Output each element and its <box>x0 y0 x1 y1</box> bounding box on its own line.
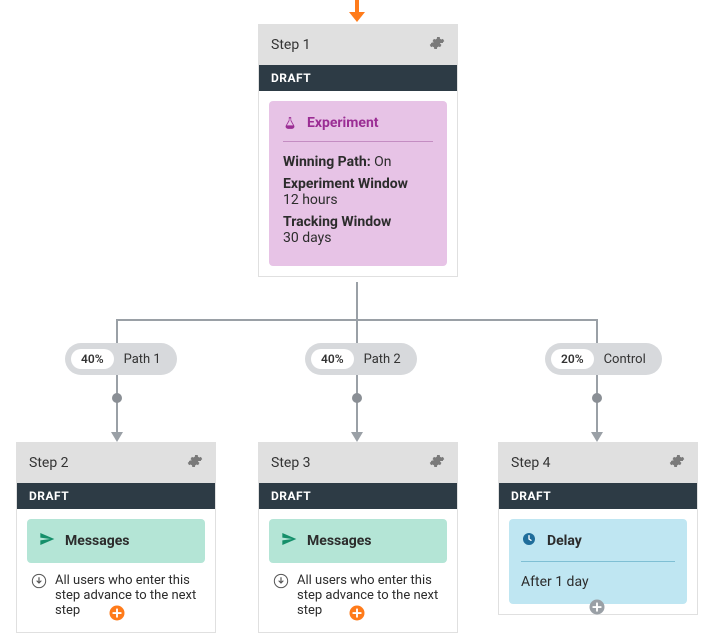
clock-icon <box>521 531 537 551</box>
send-icon <box>39 531 55 551</box>
delay-value: After 1 day <box>521 574 675 590</box>
messages-box[interactable]: Messages <box>269 519 447 563</box>
step-2-status: DRAFT <box>17 483 215 509</box>
delay-title-row: Delay <box>521 531 675 562</box>
path-pill-control[interactable]: 20% Control <box>545 343 662 375</box>
path-control-pct: 20% <box>551 349 594 369</box>
advance-text: All users who enter this step advance to… <box>297 573 443 618</box>
connector-dot-2 <box>352 393 362 403</box>
step-2-header: Step 2 <box>17 443 215 483</box>
path-2-label: Path 2 <box>364 352 401 367</box>
step-3-status: DRAFT <box>259 483 457 509</box>
step-4-title: Step 4 <box>511 455 551 471</box>
path-1-label: Path 1 <box>124 352 161 367</box>
step-1-body: Experiment Winning Path: On Experiment W… <box>259 91 457 276</box>
gear-icon[interactable] <box>429 453 445 473</box>
step-2-title: Step 2 <box>29 455 69 471</box>
entry-arrow-head <box>349 12 365 22</box>
messages-label: Messages <box>65 533 129 549</box>
step-4-status: DRAFT <box>499 483 697 509</box>
send-icon <box>281 531 297 551</box>
messages-label: Messages <box>307 533 371 549</box>
path-1-pct: 40% <box>71 349 114 369</box>
step-1-card[interactable]: Step 1 DRAFT Experiment Winning Path: On… <box>258 24 458 277</box>
connector-dot-3 <box>592 393 602 403</box>
step-4-header: Step 4 <box>499 443 697 483</box>
advance-text: All users who enter this step advance to… <box>55 573 201 618</box>
arrow-down-icon <box>31 573 47 593</box>
path-pill-2[interactable]: 40% Path 2 <box>305 343 417 375</box>
arrow-down-icon <box>273 573 289 593</box>
experiment-winning-path: Winning Path: On <box>283 154 433 170</box>
messages-box[interactable]: Messages <box>27 519 205 563</box>
gear-icon[interactable] <box>669 453 685 473</box>
step-1-header: Step 1 <box>259 25 457 65</box>
connector-dot-1 <box>112 393 122 403</box>
delay-title: Delay <box>547 533 582 549</box>
add-step-button[interactable] <box>588 598 606 616</box>
experiment-title-row: Experiment <box>283 115 433 142</box>
path-2-pct: 40% <box>311 349 354 369</box>
gear-icon[interactable] <box>429 35 445 55</box>
step-3-title: Step 3 <box>271 455 311 471</box>
step-4-card[interactable]: Step 4 DRAFT Delay After 1 day <box>498 442 698 615</box>
step-3-header: Step 3 <box>259 443 457 483</box>
add-step-button[interactable] <box>108 604 126 622</box>
tracking-window: Tracking Window 30 days <box>283 214 433 246</box>
gear-icon[interactable] <box>187 453 203 473</box>
experiment-box[interactable]: Experiment Winning Path: On Experiment W… <box>269 101 447 266</box>
step-1-title: Step 1 <box>271 37 311 53</box>
path-pill-1[interactable]: 40% Path 1 <box>65 343 177 375</box>
add-step-button[interactable] <box>348 604 366 622</box>
path-control-label: Control <box>604 352 646 367</box>
delay-box[interactable]: Delay After 1 day <box>509 519 687 604</box>
experiment-title: Experiment <box>307 115 379 131</box>
flask-icon <box>283 115 297 131</box>
experiment-window: Experiment Window 12 hours <box>283 176 433 208</box>
step-1-status: DRAFT <box>259 65 457 91</box>
